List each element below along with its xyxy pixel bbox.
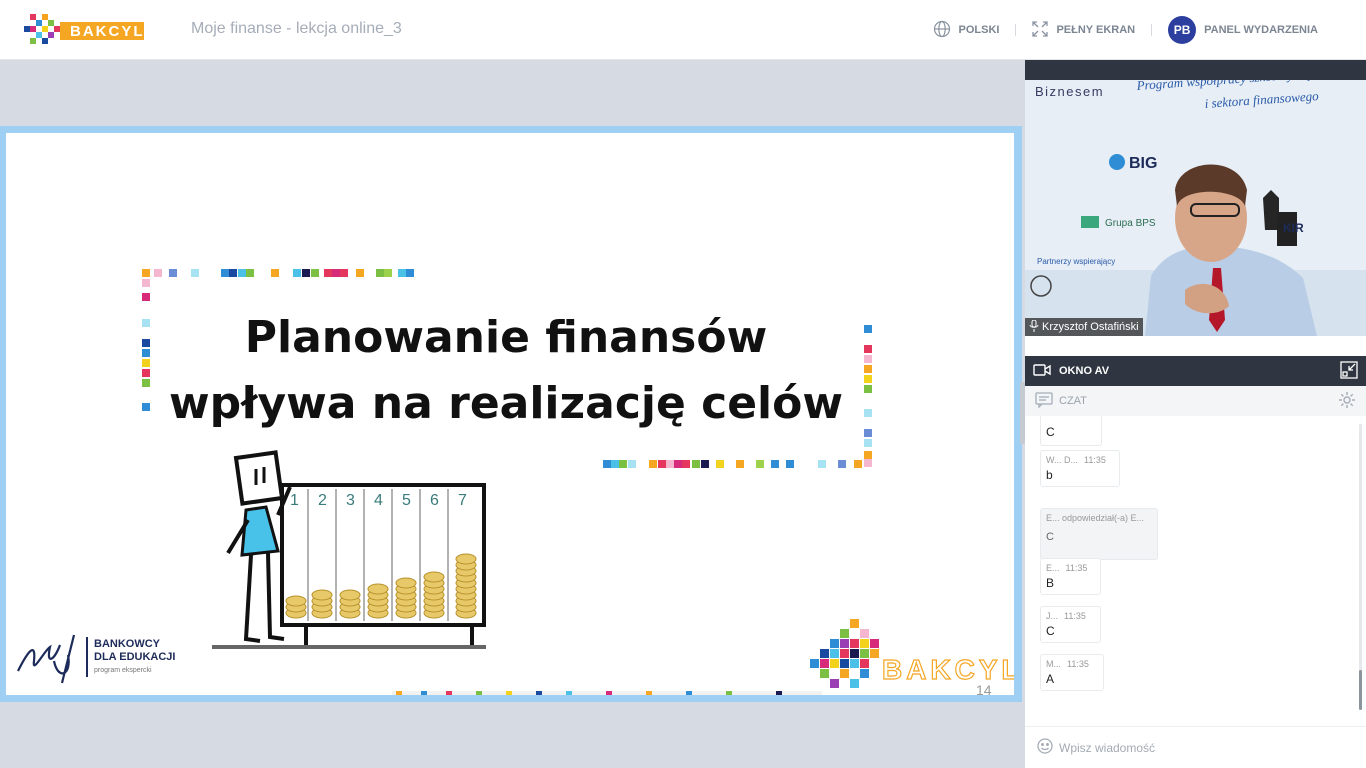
globe-icon <box>933 20 951 41</box>
presentation-slide: Planowanie finansów wpływa na realizację… <box>6 133 1014 695</box>
fullscreen-button[interactable]: PEŁNY EKRAN <box>1016 0 1151 60</box>
fullscreen-label: PEŁNY EKRAN <box>1056 24 1136 36</box>
bankowcy-dla-edukacji-logo: BANKOWCY DLA EDUKACJI program ekspercki <box>12 631 182 691</box>
chat-message-time: 11:35 <box>1084 455 1106 465</box>
chat-message-reply: E... odpowiedział(-a) E... C <box>1040 508 1158 560</box>
chat-message-time: 11:35 <box>1064 611 1086 621</box>
video-camera-icon <box>1033 363 1051 380</box>
chat-settings-gear-icon[interactable] <box>1338 391 1356 412</box>
chat-message-input[interactable] <box>1059 740 1349 755</box>
chat-message-list[interactable]: C W... D... 11:35 b E... odpowiedział(-a)… <box>1025 416 1366 726</box>
svg-text:KIR: KIR <box>1283 221 1304 235</box>
av-window-label: OKNO AV <box>1059 365 1110 377</box>
speaker-video[interactable]: Biznesem Program współpracy szkół wyższy… <box>1025 80 1366 336</box>
big-logo-text: BIG <box>1129 155 1157 172</box>
chat-message-text: A <box>1046 672 1055 686</box>
slide-page-number: 14 <box>976 682 992 695</box>
chart-label-6: 6 <box>430 492 439 509</box>
fullscreen-icon <box>1032 20 1049 40</box>
chat-message: J... 11:35 C <box>1040 606 1101 643</box>
chat-message: M... 11:35 A <box>1040 654 1104 691</box>
emoji-icon[interactable] <box>1037 738 1053 757</box>
chart-label-5: 5 <box>402 492 411 509</box>
chat-scrollbar-thumb[interactable] <box>1359 670 1362 710</box>
video-top-bar <box>1025 60 1366 80</box>
chart-label-3: 3 <box>346 492 355 509</box>
bakcyl-slide-logo-text: BAKCYL <box>882 654 1014 685</box>
language-label: POLSKI <box>958 24 1000 36</box>
chat-message: E... 11:35 B <box>1040 558 1101 595</box>
banner-left-text: Biznesem <box>1035 84 1104 99</box>
chat-message-time: 11:35 <box>1067 659 1089 669</box>
chat-message-text: B <box>1046 576 1055 590</box>
chart-label-1: 1 <box>290 492 299 509</box>
chat-message-author: W... D... <box>1046 455 1079 465</box>
chat-message-author: J... <box>1046 611 1059 621</box>
chat-message-author: M... <box>1046 659 1061 669</box>
bakcyl-logo[interactable]: BAKCYL <box>22 12 146 48</box>
coins-board-illustration: 1 2 3 4 5 6 7 <box>212 450 486 649</box>
chart-label-7: 7 <box>458 492 467 509</box>
right-sidebar: Biznesem Program współpracy szkół wyższy… <box>1020 60 1366 768</box>
av-window-bar[interactable]: OKNO AV <box>1025 356 1366 386</box>
avatar: PB <box>1168 16 1197 44</box>
speaker-name: Krzysztof Ostafiński <box>1042 321 1139 333</box>
event-panel-label: PANEL WYDARZENIA <box>1204 24 1318 36</box>
speaker-label: Krzysztof Ostafiński <box>1025 318 1143 336</box>
microphone-icon <box>1029 319 1039 335</box>
logo-text: BAKCYL <box>70 23 145 40</box>
chat-message: W... D... 11:35 b <box>1040 450 1120 487</box>
chat-message-text: C <box>1046 425 1055 439</box>
language-button[interactable]: POLSKI <box>917 0 1016 60</box>
chat-message-time: 11:35 <box>1065 563 1088 573</box>
video-backdrop: Biznesem Program współpracy szkół wyższy… <box>1025 80 1366 336</box>
grupa-bps-text: Grupa BPS <box>1105 218 1156 229</box>
chat-input-bar <box>1025 726 1366 768</box>
chat-message-text: b <box>1046 468 1053 482</box>
sponsor-divider <box>86 637 88 677</box>
slide-title-line1: Planowanie finansów <box>244 312 768 363</box>
top-bar: BAKCYL Moje finanse - lekcja online_3 PO… <box>0 0 1366 60</box>
top-nav: POLSKI PEŁNY EKRAN PB PANEL WYDARZENIA <box>917 0 1334 60</box>
chart-label-2: 2 <box>318 492 327 509</box>
sponsor-line-3: program ekspercki <box>94 667 152 674</box>
sponsor-line-1: BANKOWCY <box>94 638 160 650</box>
event-panel-button[interactable]: PB PANEL WYDARZENIA <box>1152 0 1334 60</box>
chat-message: C <box>1040 416 1102 446</box>
minimize-window-icon[interactable] <box>1340 360 1358 382</box>
chat-icon <box>1035 391 1053 411</box>
chat-scrollbar[interactable] <box>1359 424 1362 710</box>
event-title: Moje finanse - lekcja online_3 <box>191 20 402 37</box>
chat-message-text: C <box>1046 531 1054 543</box>
chat-message-author: E... <box>1046 563 1060 573</box>
chat-label: CZAT <box>1059 395 1087 407</box>
sponsor-line-2: DLA EDUKACJI <box>94 651 176 663</box>
chat-header: CZAT <box>1025 386 1366 416</box>
chat-message-author: E... odpowiedział(-a) E... <box>1046 513 1145 523</box>
chart-label-4: 4 <box>374 492 383 509</box>
slide-title: Planowanie finansów wpływa na realizację… <box>156 305 856 437</box>
partners-text: Partnerzy wspierający <box>1037 257 1115 266</box>
chat-message-text: C <box>1046 624 1055 638</box>
